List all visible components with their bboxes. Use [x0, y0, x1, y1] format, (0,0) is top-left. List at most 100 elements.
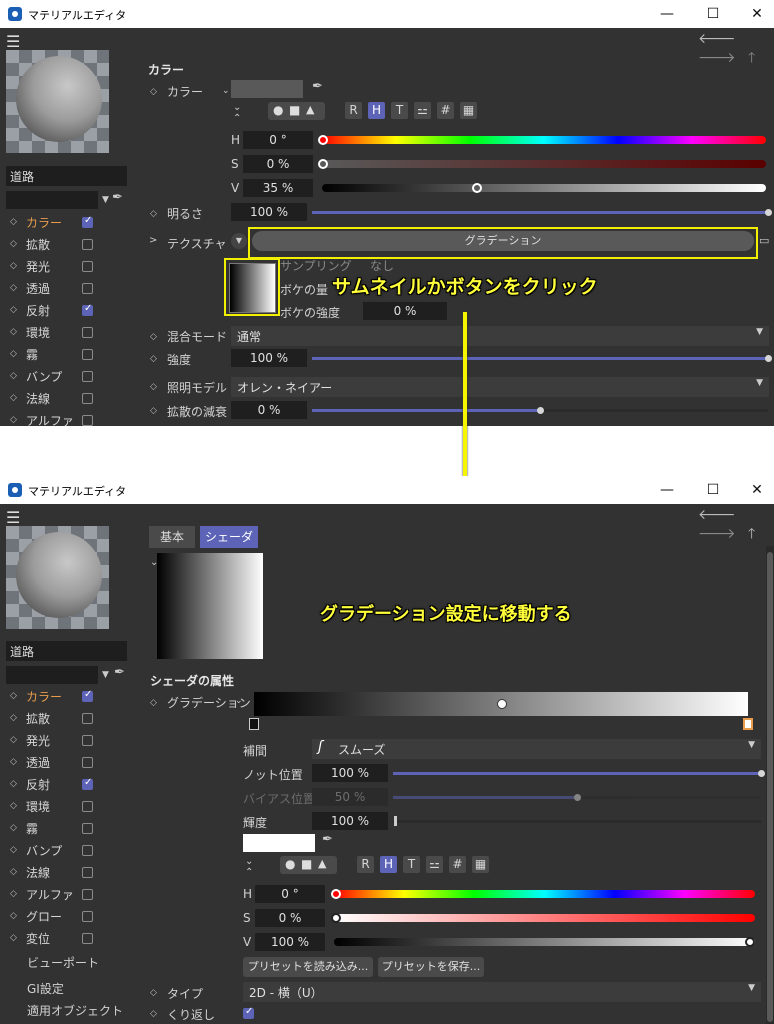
color-mode-button[interactable]: #: [449, 856, 466, 873]
channel-checkbox[interactable]: [82, 283, 93, 294]
interp-dropdown[interactable]: ʃ スムーズ ▼: [312, 739, 761, 759]
maximize-button[interactable]: ☐: [698, 4, 728, 24]
sidebar-item-channel[interactable]: ◇ 環境: [10, 324, 100, 344]
saturation-field[interactable]: 0 %: [255, 909, 325, 927]
scrollbar-thumb[interactable]: [767, 552, 773, 1022]
sidebar-item-channel[interactable]: ◇ 反射: [10, 302, 100, 322]
channel-checkbox[interactable]: [82, 911, 93, 922]
slider-knob[interactable]: [758, 770, 765, 777]
square-icon[interactable]: ■: [301, 857, 312, 871]
color-mode-button[interactable]: T: [403, 856, 420, 873]
color-mode-button[interactable]: #: [437, 102, 454, 119]
blur-strength-field[interactable]: 0 %: [363, 302, 447, 320]
eyedropper-icon[interactable]: ✒: [312, 79, 323, 94]
saturation-slider[interactable]: [334, 914, 755, 922]
strength-field[interactable]: 100 %: [231, 349, 307, 367]
up-arrow-icon[interactable]: 🡑: [748, 50, 755, 66]
channel-checkbox[interactable]: [82, 371, 93, 382]
sidebar-item-extra[interactable]: ビューポート: [27, 954, 99, 971]
value-field[interactable]: 100 %: [255, 933, 325, 951]
circle-icon[interactable]: ●: [273, 103, 283, 117]
forward-arrow-icon[interactable]: 🡒: [698, 526, 736, 542]
saturation-slider-knob[interactable]: [331, 913, 341, 923]
keyframe-diamond-icon[interactable]: ◇: [150, 698, 157, 708]
luminance-field[interactable]: 100 %: [312, 812, 388, 830]
minimize-button[interactable]: —: [652, 4, 682, 24]
color-mode-button[interactable]: T: [391, 102, 408, 119]
gradient-knot-start[interactable]: [249, 718, 259, 730]
value-slider[interactable]: [334, 938, 755, 946]
channel-checkbox[interactable]: [82, 415, 93, 426]
sidebar-item-channel[interactable]: ◇ アルファ: [10, 412, 100, 426]
collapse-toggle-icon[interactable]: ⌄ ⌃: [245, 856, 253, 878]
bias-pos-slider[interactable]: [393, 794, 761, 801]
brightness-slider[interactable]: [312, 209, 772, 216]
circle-icon[interactable]: ●: [285, 857, 295, 871]
sidebar-item-channel[interactable]: ◇ バンプ: [10, 842, 100, 862]
saturation-field[interactable]: 0 %: [243, 155, 313, 173]
keyframe-diamond-icon[interactable]: ◇: [150, 1009, 157, 1019]
close-button[interactable]: ✕: [742, 4, 772, 24]
channel-checkbox[interactable]: [82, 933, 93, 944]
chevron-down-icon[interactable]: ⌄: [222, 86, 230, 96]
sidebar-item-channel[interactable]: ◇ 霧: [10, 346, 100, 366]
color-mode-button[interactable]: ▦: [460, 102, 477, 119]
slider-knob[interactable]: [537, 407, 544, 414]
color-mode-button[interactable]: R: [357, 856, 374, 873]
keyframe-diamond-icon[interactable]: ◇: [150, 406, 157, 416]
scrollbar[interactable]: [766, 546, 774, 1024]
hamburger-menu-icon[interactable]: ☰: [6, 508, 20, 527]
close-button[interactable]: ✕: [742, 480, 772, 500]
saturation-slider-knob[interactable]: [318, 159, 328, 169]
channel-checkbox[interactable]: [82, 845, 93, 856]
image-icon[interactable]: ▲: [306, 103, 314, 116]
sidebar-item-extra[interactable]: 適用オブジェクト: [27, 1002, 123, 1019]
channel-checkbox[interactable]: [82, 801, 93, 812]
folder-icon[interactable]: ▭: [759, 234, 769, 247]
value-slider-knob[interactable]: [745, 937, 755, 947]
channel-checkbox[interactable]: [82, 239, 93, 250]
color-picker-mode-bar[interactable]: ● ■ ▲: [280, 856, 337, 874]
diffuse-falloff-slider[interactable]: [312, 407, 768, 414]
eyedropper-icon[interactable]: ✒: [322, 832, 333, 847]
hue-slider-knob[interactable]: [331, 889, 341, 899]
value-slider[interactable]: [322, 184, 766, 192]
minimize-button[interactable]: —: [652, 480, 682, 500]
color-mode-button[interactable]: R: [345, 102, 362, 119]
gradient-knot-end[interactable]: [743, 718, 753, 730]
luminance-slider-knob[interactable]: [394, 816, 397, 826]
color-mode-button[interactable]: H: [368, 102, 385, 119]
save-preset-button[interactable]: プリセットを保存...: [378, 957, 484, 977]
sidebar-item-channel[interactable]: ◇ グロー: [10, 908, 100, 928]
channel-checkbox[interactable]: [82, 777, 93, 790]
diffuse-falloff-field[interactable]: 0 %: [231, 401, 307, 419]
hue-slider[interactable]: [322, 136, 766, 144]
image-icon[interactable]: ▲: [318, 857, 326, 870]
keyframe-diamond-icon[interactable]: ◇: [150, 382, 157, 392]
sidebar-item-channel[interactable]: ◇ 透過: [10, 280, 100, 300]
hue-field[interactable]: 0 °: [243, 131, 313, 149]
material-name-field[interactable]: 道路: [6, 166, 127, 186]
slider-knob[interactable]: [765, 209, 772, 216]
channel-checkbox[interactable]: [82, 303, 93, 316]
channel-checkbox[interactable]: [82, 261, 93, 272]
type-dropdown[interactable]: 2D - 横（U） ▼: [243, 982, 761, 1002]
slider-knob[interactable]: [765, 355, 772, 362]
eyedropper-icon[interactable]: ✒: [112, 190, 123, 205]
load-preset-button[interactable]: プリセットを読み込み...: [243, 957, 373, 977]
sidebar-item-channel[interactable]: ◇ バンプ: [10, 368, 100, 388]
channel-checkbox[interactable]: [82, 349, 93, 360]
sidebar-item-channel[interactable]: ◇ アルファ: [10, 886, 100, 906]
luminance-slider[interactable]: [393, 820, 761, 823]
bias-pos-field[interactable]: 50 %: [312, 788, 388, 806]
sidebar-item-channel[interactable]: ◇ 霧: [10, 820, 100, 840]
back-arrow-icon[interactable]: 🡐: [698, 507, 736, 523]
sidebar-item-channel[interactable]: ◇ 法線: [10, 864, 100, 884]
strength-slider[interactable]: [312, 355, 772, 362]
blend-mode-dropdown[interactable]: 通常 ▼: [231, 326, 769, 346]
texture-menu-button[interactable]: ▼: [231, 233, 247, 249]
color-mode-button[interactable]: ⚍: [414, 102, 431, 119]
eyedropper-icon[interactable]: ✒: [114, 665, 125, 680]
color-mode-button[interactable]: H: [380, 856, 397, 873]
knot-pos-slider[interactable]: [393, 770, 765, 777]
